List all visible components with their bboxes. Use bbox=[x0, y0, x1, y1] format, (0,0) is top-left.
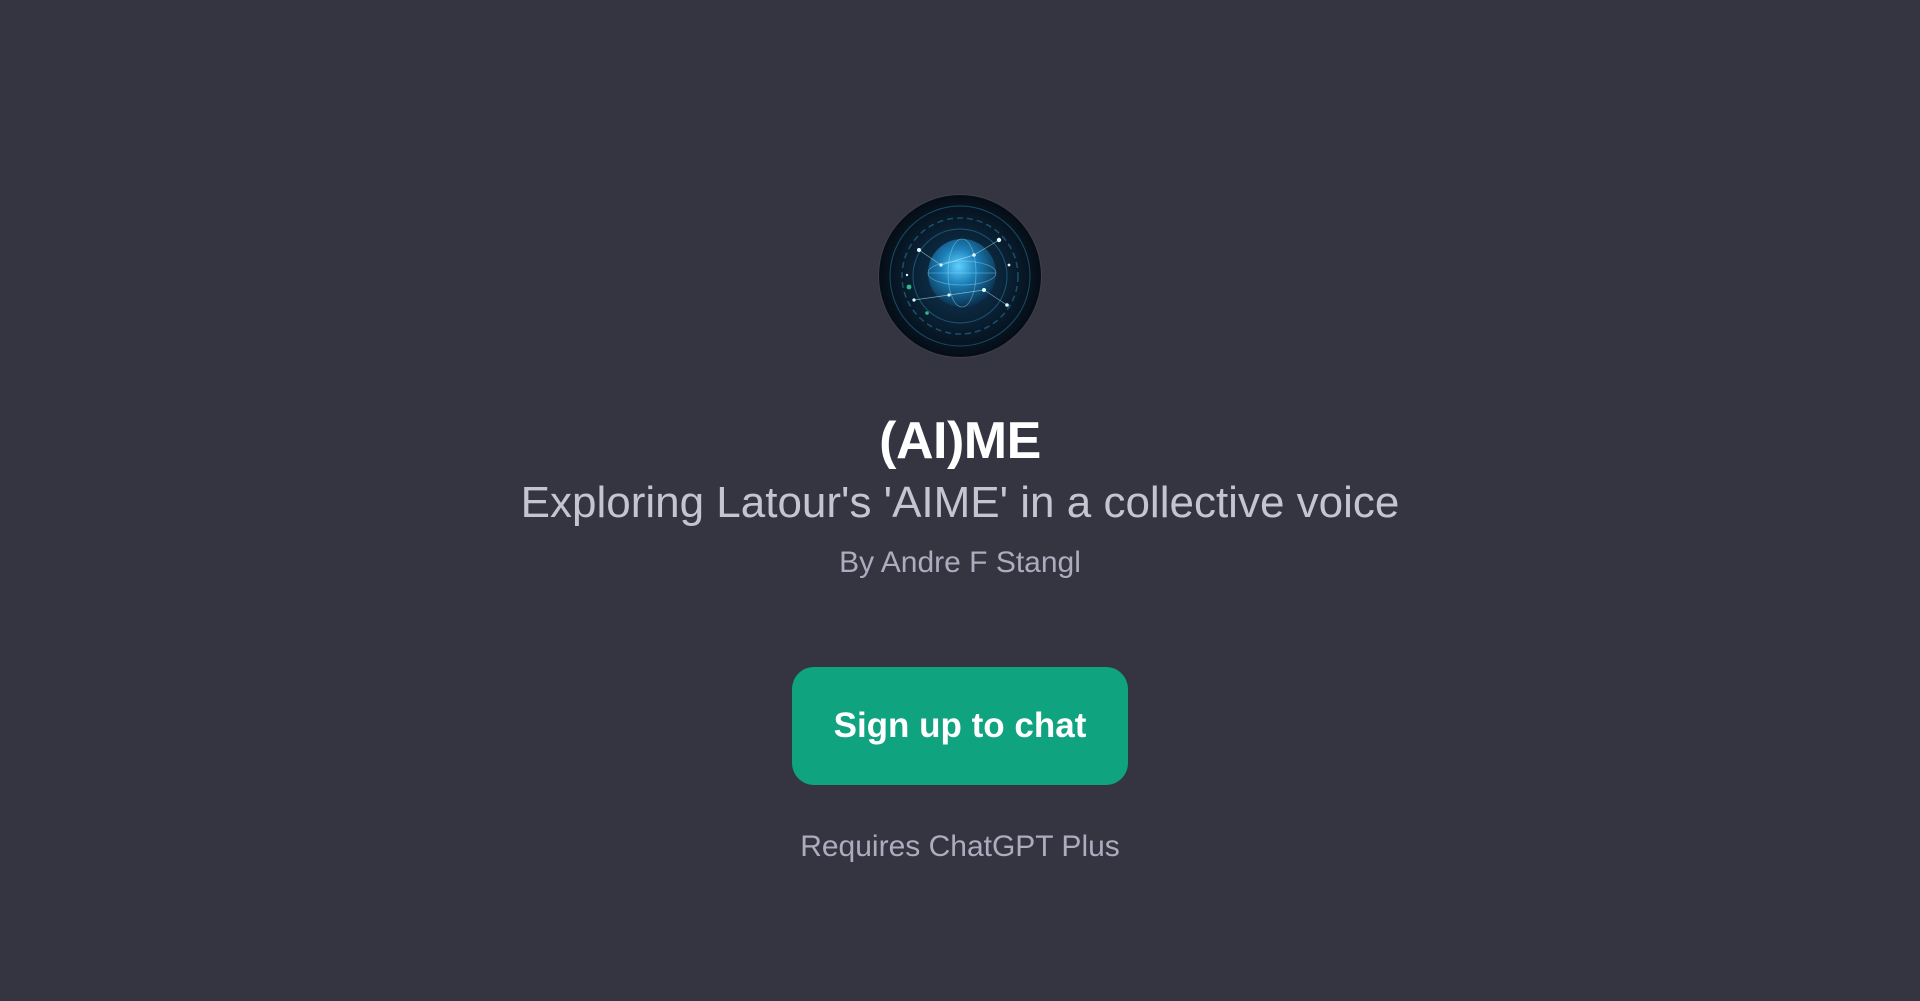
gpt-avatar bbox=[879, 195, 1041, 357]
plan-requirement-note: Requires ChatGPT Plus bbox=[800, 830, 1120, 863]
gpt-landing-page: (AI)ME Exploring Latour's 'AIME' in a co… bbox=[0, 0, 1920, 1001]
sign-up-to-chat-button[interactable]: Sign up to chat bbox=[792, 667, 1128, 785]
cosmic-globe-network-icon bbox=[879, 195, 1041, 357]
gpt-title: (AI)ME bbox=[879, 412, 1041, 470]
gpt-description: Exploring Latour's 'AIME' in a collectiv… bbox=[520, 478, 1400, 527]
gpt-author: By Andre F Stangl bbox=[839, 546, 1081, 579]
